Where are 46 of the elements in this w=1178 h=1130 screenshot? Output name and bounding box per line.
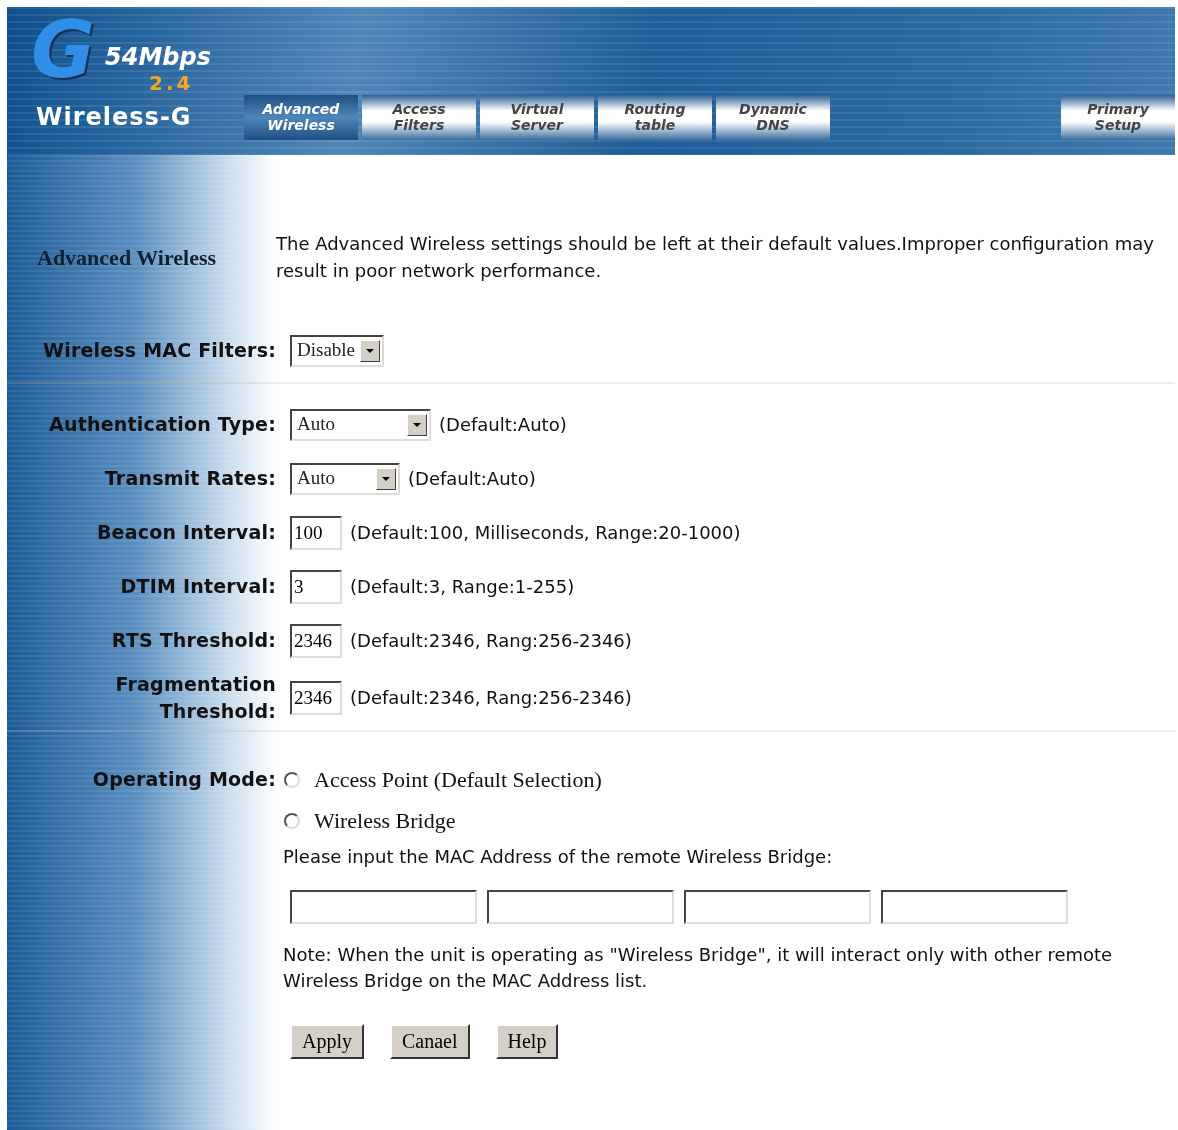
text-field[interactable]: 2346	[290, 624, 342, 658]
radio-label: Wireless Bridge	[314, 807, 456, 834]
nav-tab[interactable]: Routing table	[598, 95, 712, 140]
radio-button[interactable]	[284, 771, 300, 788]
section-title: Advanced Wireless	[36, 244, 218, 271]
nav-tab[interactable]: Dynamic DNS	[716, 95, 830, 140]
text-field[interactable]: 3	[290, 570, 342, 604]
hint-text: (Default:2346, Rang:256-2346)	[350, 628, 632, 653]
nav-tab[interactable]: Access Filters	[362, 95, 476, 140]
intro-text: The Advanced Wireless settings should be left at their default values.Improper configuration may result in poor network performance.	[276, 232, 1155, 283]
text-field[interactable]: 100	[290, 516, 342, 550]
field-label: Fragmentation Threshold:	[114, 672, 276, 724]
form-button[interactable]: Help	[495, 1023, 559, 1059]
field-label: RTS Threshold:	[110, 628, 276, 654]
hint-text: (Default:3, Range:1-255)	[350, 574, 575, 599]
radio-label: Access Point (Default Selection)	[314, 766, 602, 793]
dropdown[interactable]: Auto	[290, 409, 431, 441]
logo-letter: G	[31, 11, 96, 89]
field-label: Wireless MAC Filters:	[42, 338, 276, 364]
nav-tab[interactable]: Advanced Wireless	[244, 95, 358, 140]
dropdown[interactable]: Auto	[290, 463, 400, 495]
hint-text: (Default:Auto)	[439, 412, 567, 437]
mac-address-field[interactable]	[881, 889, 1068, 924]
text-field[interactable]: 2346	[290, 681, 342, 715]
prompt-text: Please input the MAC Address of the remote Wireless Bridge:	[283, 844, 834, 869]
field-label: Transmit Rates:	[103, 466, 276, 492]
nav-tab[interactable]: Primary Setup	[1061, 95, 1175, 140]
hint-text: (Default:100, Milliseconds, Range:20-1000)	[350, 520, 741, 545]
logo-version-text: 2.4	[149, 71, 194, 95]
field-label: Authentication Type:	[48, 412, 276, 438]
mac-address-field[interactable]	[290, 889, 477, 924]
field-label: DTIM Interval:	[119, 574, 276, 600]
form-button[interactable]: Apply	[290, 1023, 364, 1059]
field-label: Beacon Interval:	[95, 520, 276, 546]
hint-text: (Default:Auto)	[408, 466, 536, 491]
form-button[interactable]: Canael	[390, 1023, 470, 1059]
dropdown[interactable]: Disable	[290, 335, 384, 367]
mac-address-field[interactable]	[684, 889, 871, 924]
radio-button[interactable]	[284, 812, 300, 829]
logo-speed: 54Mbps	[105, 43, 211, 71]
nav-tab[interactable]: Virtual Server	[480, 95, 594, 140]
field-label: Operating Mode:	[91, 767, 276, 792]
hint-text: (Default:2346, Rang:256-2346)	[350, 685, 632, 710]
note-text: Note: When the unit is operating as "Wireless Bridge", it will interact only with other remote Wireless Bridge on the MAC Address list.	[283, 942, 1114, 993]
logo-name: Wireless-G	[36, 103, 192, 131]
mac-address-field[interactable]	[487, 889, 674, 924]
